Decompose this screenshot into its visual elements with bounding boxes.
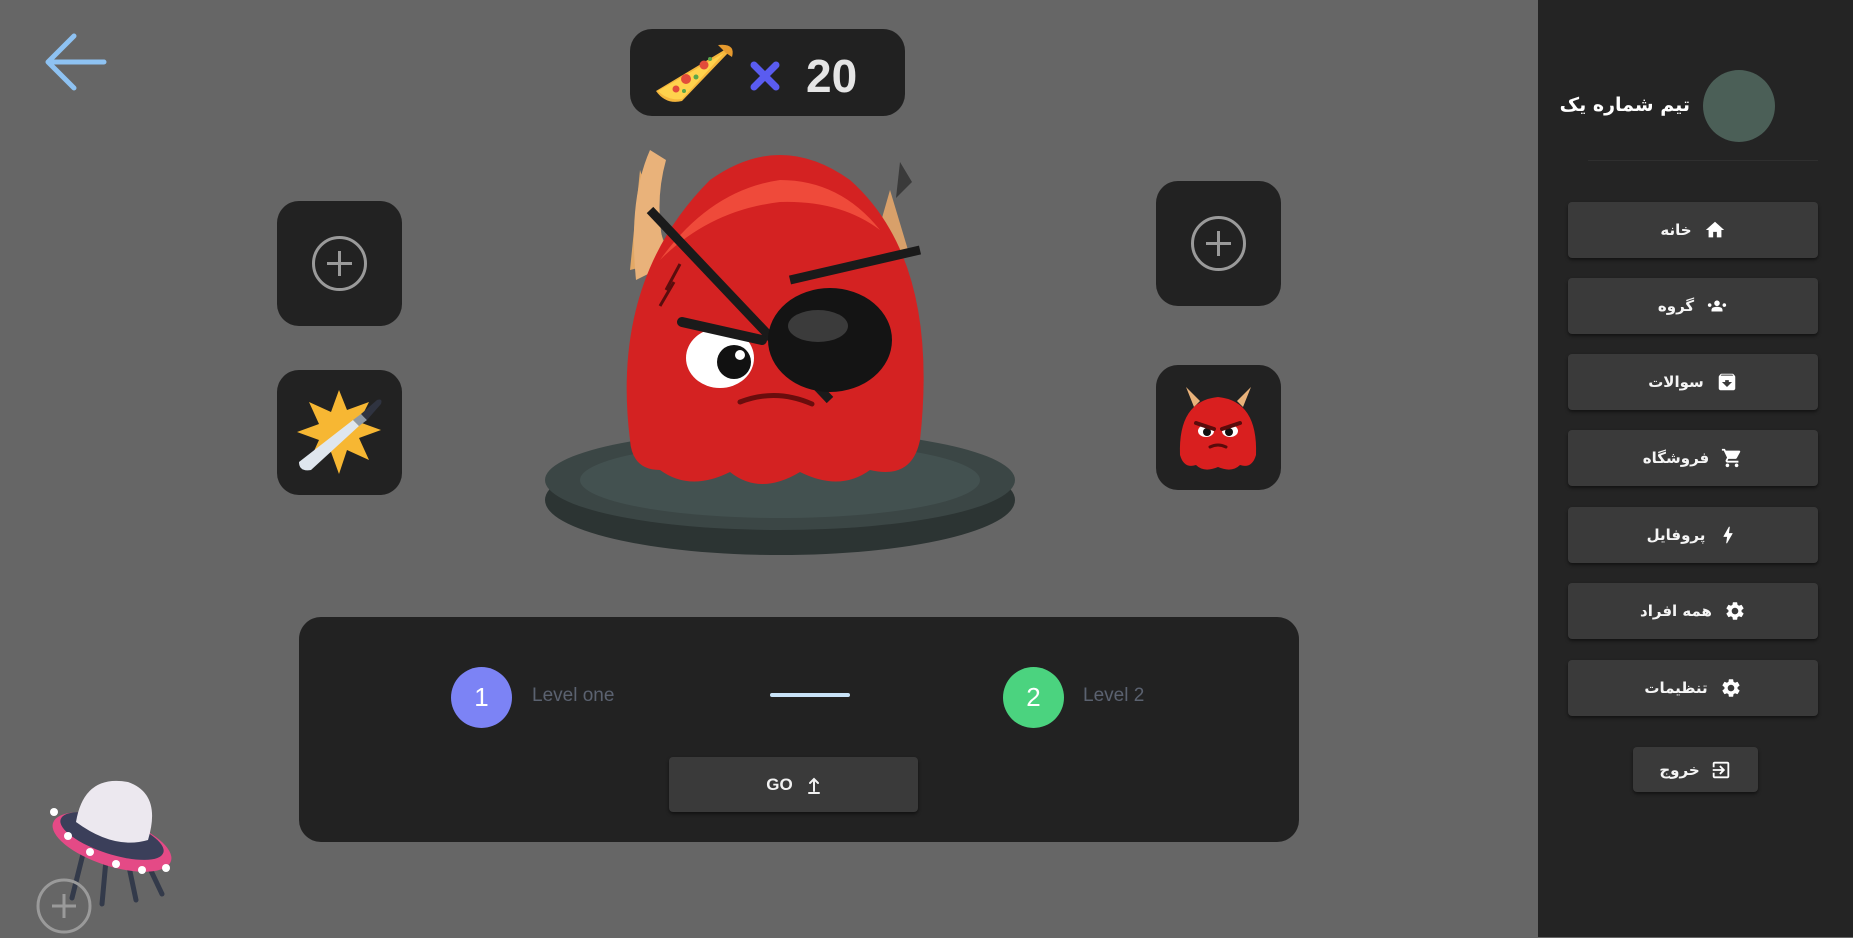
pirate-monster-character — [545, 150, 1015, 555]
slot-left-bottom-item[interactable] — [277, 370, 402, 495]
current-level-number: 1 — [474, 682, 489, 712]
next-level-label: Level 2 — [1083, 685, 1145, 706]
logout-label: خروج — [1659, 760, 1700, 779]
archive-icon — [1718, 373, 1736, 391]
arrow-left-icon — [45, 33, 107, 91]
level-progress-line — [770, 693, 850, 697]
nav-label: همه افراد — [1640, 602, 1712, 620]
pizza-counter: 20 — [630, 29, 905, 116]
logout-icon — [1712, 761, 1729, 778]
gear-icon — [1722, 679, 1740, 697]
sidebar: تیم شماره یک خانه گروه سوالات فروشگاه پر… — [1538, 0, 1853, 937]
nav-shop[interactable]: فروشگاه — [1568, 430, 1818, 486]
go-button[interactable]: GO — [669, 757, 918, 812]
logout-button[interactable]: خروج — [1633, 747, 1758, 792]
slot-left-top-add[interactable] — [277, 201, 402, 326]
next-level-number: 2 — [1026, 682, 1041, 712]
red-monster-icon — [1179, 387, 1257, 470]
gear-icon — [1726, 602, 1744, 620]
nav-label: پروفایل — [1646, 526, 1706, 544]
plus-circle-icon — [312, 236, 367, 291]
cart-icon — [1722, 448, 1741, 468]
add-player-button[interactable] — [36, 878, 92, 934]
home-icon — [1705, 221, 1724, 238]
next-level-badge: 2 — [1003, 667, 1064, 728]
nav-home[interactable]: خانه — [1568, 202, 1818, 258]
nav-label: گروه — [1657, 297, 1695, 315]
back-button[interactable] — [42, 30, 112, 94]
group-icon — [1707, 300, 1727, 312]
slot-right-top-add[interactable] — [1156, 181, 1281, 306]
nav-label: فروشگاه — [1642, 449, 1710, 467]
pizza-icon — [656, 44, 733, 102]
nav-label: سوالات — [1648, 373, 1704, 391]
current-level-label: Level one — [532, 685, 615, 706]
knife-icon — [297, 390, 382, 474]
arrow-up-icon — [807, 777, 820, 794]
bolt-icon — [1723, 526, 1733, 544]
team-name: تیم شماره یک — [1559, 94, 1690, 116]
level-panel: 1 Level one 2 Level 2 GO — [299, 617, 1299, 842]
nav-label: تنظیمات — [1644, 679, 1708, 697]
go-label: GO — [766, 774, 793, 794]
nav-label: خانه — [1660, 221, 1692, 239]
team-header: تیم شماره یک — [1538, 68, 1853, 142]
nav-profile[interactable]: پروفایل — [1568, 507, 1818, 563]
nav-group[interactable]: گروه — [1568, 278, 1818, 334]
current-level-badge: 1 — [451, 667, 512, 728]
game-area: 20 1 Level one 2 Level 2 GO — [0, 0, 1538, 937]
plus-circle-icon — [1191, 216, 1246, 271]
divider — [1588, 160, 1818, 161]
plus-circle-icon — [36, 878, 92, 934]
x-icon — [750, 61, 780, 91]
pizza-count: 20 — [806, 50, 858, 102]
nav-settings[interactable]: تنظیمات — [1568, 660, 1818, 716]
nav-questions[interactable]: سوالات — [1568, 354, 1818, 410]
team-avatar — [1703, 70, 1775, 142]
nav-all-people[interactable]: همه افراد — [1568, 583, 1818, 639]
slot-right-bottom-item[interactable] — [1156, 365, 1281, 490]
